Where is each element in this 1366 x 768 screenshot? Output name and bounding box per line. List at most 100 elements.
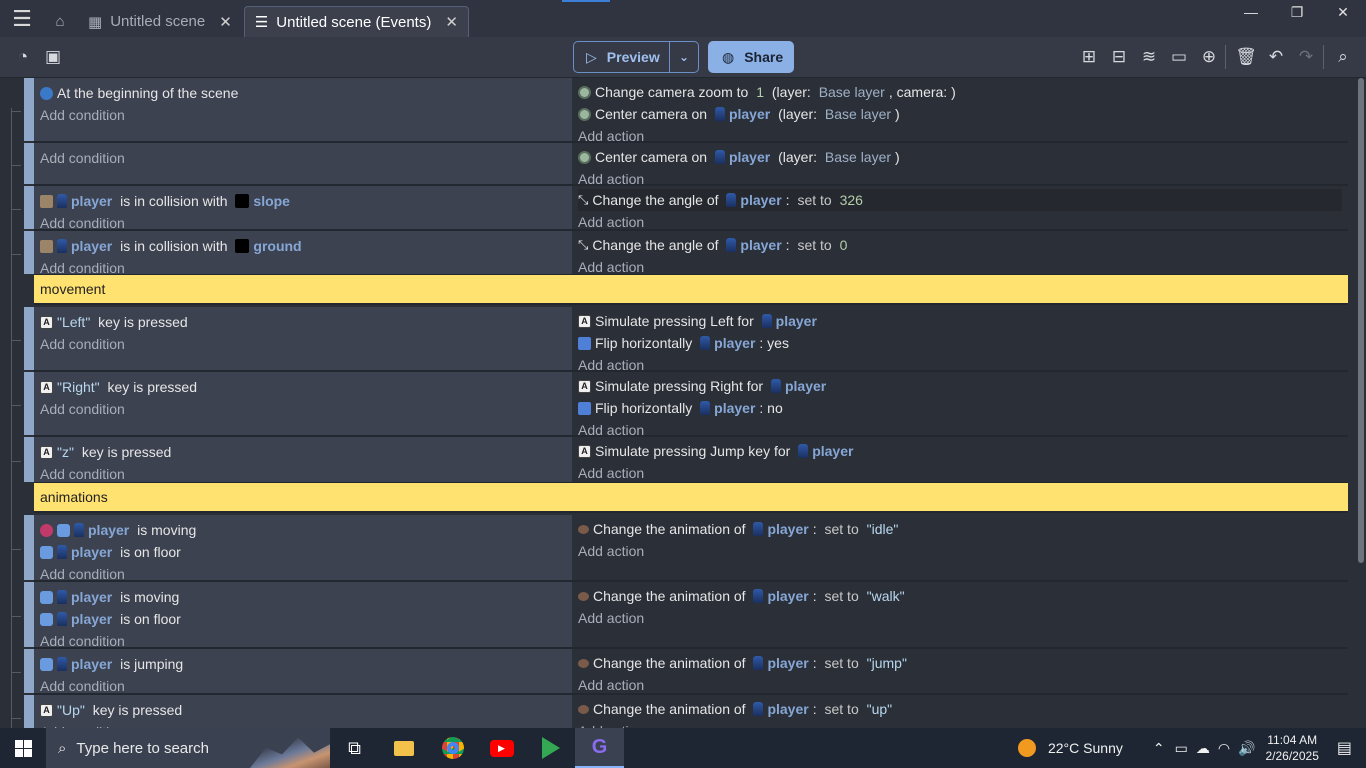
event-line[interactable]: A Simulate pressing Right for player [578,375,1342,397]
event-line[interactable]: Flip horizontally player: no [578,397,1342,419]
conditions-column[interactable]: player is in collision with ground Add co… [34,231,572,276]
event-row[interactable]: A "z" key is pressed Add condition A Simulat… [34,437,1348,484]
event-row[interactable]: player is moving player is on floor Add co… [34,582,1348,649]
event-line[interactable]: ⤡ Change the angle of player: set to 326 [578,189,1342,211]
event-line[interactable]: Center camera on player (layer: Base lay… [578,103,1342,125]
event-handle[interactable] [24,186,34,229]
add-action-button[interactable]: Add action [578,720,1342,728]
home-tab[interactable]: ⌂ [44,6,76,37]
play-store-icon[interactable] [526,728,575,768]
event-line[interactable]: Change the animation of player: set to "… [578,652,1342,674]
event-row[interactable]: player is moving player is on floor Add co… [34,515,1348,582]
close-icon[interactable]: ✕ [219,13,232,31]
weather-text[interactable]: 22°C Sunny [1048,740,1123,756]
conditions-column[interactable]: player is in collision with slope Add con… [34,186,572,231]
conditions-column[interactable]: Add condition [34,143,572,184]
event-line[interactable]: A "z" key is pressed [40,441,566,463]
add-condition-button[interactable]: Add condition [40,147,566,169]
save-icon[interactable]: ▣ [41,46,65,68]
chevron-up-icon[interactable]: ⌃ [1153,740,1165,757]
add-condition-button[interactable]: Add condition [40,104,566,126]
add-condition-button[interactable]: Add condition [40,398,566,420]
event-line[interactable]: A "Left" key is pressed [40,311,566,333]
event-line[interactable]: player is moving [40,586,566,608]
event-line[interactable]: A "Up" key is pressed [40,699,566,721]
add-action-button[interactable]: Add action [578,674,1342,696]
event-line[interactable]: player is in collision with slope [40,190,566,212]
event-handle[interactable] [24,143,34,184]
share-button[interactable]: ◍ Share [708,41,794,73]
event-line[interactable]: Center camera on player (layer: Base lay… [578,146,1342,168]
event-line[interactable]: ⤡ Change the angle of player: set to 0 [578,234,1342,256]
actions-column[interactable]: Change the animation of player: set to "… [572,649,1348,693]
close-window-icon[interactable]: ✕ [1320,0,1366,24]
actions-column[interactable]: A Simulate pressing Right for player Flip … [572,372,1348,438]
event-line[interactable]: A Simulate pressing Left for player [578,310,1342,332]
gdevelop-icon[interactable]: G [575,728,624,768]
event-line[interactable]: Flip horizontally player: yes [578,332,1342,354]
file-explorer-icon[interactable] [379,728,428,768]
volume-icon[interactable]: 🔊 [1238,740,1255,757]
event-row[interactable]: At the beginning of the scene Add conditi… [34,78,1348,144]
event-line[interactable]: player is on floor [40,541,566,563]
add-action-button[interactable]: Add action [578,607,1342,629]
event-line[interactable]: A "Right" key is pressed [40,376,566,398]
event-row[interactable]: A "Right" key is pressed Add condition A Sim… [34,372,1348,438]
chevron-down-icon[interactable]: ⌄ [670,50,698,64]
event-handle[interactable] [24,307,34,370]
event-handle[interactable] [24,437,34,482]
event-line[interactable]: player is moving [40,519,566,541]
event-line[interactable]: player is jumping [40,653,566,675]
conditions-column[interactable]: A "z" key is pressed Add condition [34,437,572,482]
scrollbar[interactable] [1356,78,1366,728]
add-condition-button[interactable]: Add condition [40,721,566,728]
history-icon[interactable]: ◔ [11,46,35,68]
undo-icon[interactable]: ↶ [1264,46,1288,68]
event-group-animations[interactable]: animations [34,483,1348,513]
event-line[interactable]: Change the animation of player: set to "… [578,698,1342,720]
weather-icon[interactable] [1017,739,1036,757]
conditions-column[interactable]: A "Up" key is pressed Add condition [34,695,572,728]
tab-scene[interactable]: ▦ Untitled scene ✕ [78,6,242,37]
event-line[interactable]: A Simulate pressing Jump key for player [578,440,1342,462]
event-line[interactable]: At the beginning of the scene [40,82,566,104]
add-subevent-icon[interactable]: ⊟ [1107,46,1131,68]
taskbar-search[interactable]: ⌕ Type here to search [46,728,330,768]
event-handle[interactable] [24,582,34,647]
actions-column[interactable]: ⤡ Change the angle of player: set to 0 Add… [572,231,1348,275]
delete-icon[interactable]: 🗑 [1234,46,1258,68]
add-comment-icon[interactable]: ▭ [1167,46,1191,68]
event-handle[interactable] [24,649,34,693]
add-group-icon[interactable]: ≋ [1137,46,1161,68]
event-row[interactable]: player is in collision with slope Add con… [34,186,1348,231]
youtube-icon[interactable]: ▶ [477,728,526,768]
menu-icon[interactable]: ☰ [0,0,44,37]
event-row[interactable]: A "Left" key is pressed Add condition A Simu… [34,307,1348,373]
conditions-column[interactable]: A "Left" key is pressed Add condition [34,307,572,370]
battery-icon[interactable]: ▭ [1175,740,1188,757]
event-handle[interactable] [24,515,34,580]
actions-column[interactable]: Change camera zoom to 1 (layer: Base lay… [572,78,1348,144]
event-handle[interactable] [24,372,34,435]
add-condition-button[interactable]: Add condition [40,463,566,485]
event-handle[interactable] [24,231,34,274]
scrollbar-thumb[interactable] [1358,78,1364,563]
actions-column[interactable]: Change the animation of player: set to "… [572,515,1348,580]
cloud-icon[interactable]: ☁ [1196,740,1210,757]
actions-column[interactable]: ⤡ Change the angle of player: set to 326 A… [572,186,1348,230]
event-line[interactable]: Change the animation of player: set to "… [578,518,1342,540]
event-line[interactable]: player is on floor [40,608,566,630]
windows-start-icon[interactable] [0,728,46,768]
preview-button[interactable]: ▷ Preview ⌄ [573,41,699,73]
add-action-button[interactable]: Add action [578,540,1342,562]
actions-column[interactable]: Change the animation of player: set to "… [572,695,1348,728]
event-row[interactable]: player is jumping Add condition Change the… [34,649,1348,695]
conditions-column[interactable]: player is jumping Add condition [34,649,572,694]
event-group-movement[interactable]: movement [34,275,1348,305]
add-action-button[interactable]: Add action [578,211,1342,233]
wifi-icon[interactable]: ◠ [1218,740,1230,757]
conditions-column[interactable]: player is moving player is on floor Add co… [34,515,572,582]
event-line[interactable]: player is in collision with ground [40,235,566,257]
clock[interactable]: 11:04 AM 2/26/2025 [1265,732,1318,764]
minimize-icon[interactable]: — [1228,0,1274,24]
